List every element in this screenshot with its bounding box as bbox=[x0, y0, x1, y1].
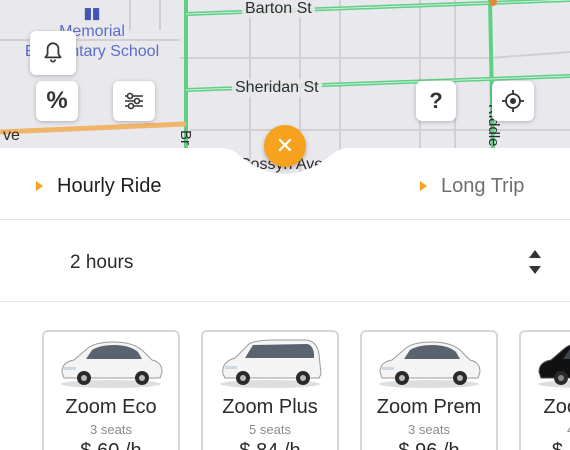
percent-icon: % bbox=[46, 87, 68, 114]
street-sheridan: Sheridan St bbox=[232, 79, 322, 97]
help-button[interactable]: ? bbox=[416, 81, 456, 121]
vehicle-card-eco[interactable]: Zoom Eco 3 seats $ 60 /h bbox=[42, 330, 180, 450]
minivan-icon bbox=[220, 339, 322, 388]
close-button[interactable]: ✕ bbox=[264, 125, 306, 167]
divider bbox=[0, 219, 570, 220]
vehicle-seats: 3 seats bbox=[90, 422, 132, 437]
locate-me-button[interactable] bbox=[492, 81, 534, 121]
vehicle-seats: 3 seats bbox=[408, 422, 450, 437]
tab-arrow-icon bbox=[36, 181, 43, 191]
chevron-up-icon[interactable] bbox=[529, 250, 541, 258]
vehicle-price: $ 120 /h bbox=[521, 440, 570, 450]
sliders-icon bbox=[125, 92, 143, 110]
vehicle-name: Zoom Prem bbox=[376, 396, 482, 418]
ride-type-tabs: Hourly Ride Long Trip bbox=[0, 165, 570, 207]
tab-arrow-icon bbox=[420, 181, 427, 191]
promotions-button[interactable]: % bbox=[36, 81, 78, 121]
notifications-button[interactable] bbox=[30, 31, 76, 75]
vehicle-price: $ 60 /h bbox=[44, 440, 178, 450]
luxury-car-icon bbox=[538, 344, 570, 388]
vehicle-name: Zoom Lux bbox=[543, 396, 570, 418]
tab-hourly-ride[interactable]: Hourly Ride bbox=[36, 165, 161, 207]
duration-stepper[interactable] bbox=[524, 248, 546, 278]
help-icon: ? bbox=[429, 88, 443, 113]
school-icon: ▮▮ bbox=[83, 5, 101, 22]
vehicle-card-lux[interactable]: Zoom Lux 4 seats $ 120 /h bbox=[519, 330, 570, 450]
vehicle-seats: 5 seats bbox=[249, 422, 291, 437]
vehicle-card-plus[interactable]: Zoom Plus 5 seats $ 84 /h bbox=[201, 330, 339, 450]
street-barton: Barton St bbox=[242, 0, 315, 18]
vehicle-list[interactable]: Zoom Eco 3 seats $ 60 /h Zoom Plus 5 sea… bbox=[0, 318, 570, 450]
duration-selector[interactable]: 2 hours bbox=[0, 222, 570, 300]
tab-long-trip[interactable]: Long Trip bbox=[420, 165, 524, 207]
vehicle-price: $ 96 /h bbox=[362, 440, 496, 450]
sedan-car-icon bbox=[379, 341, 481, 388]
vehicle-name: Zoom Plus bbox=[222, 396, 318, 418]
divider bbox=[0, 301, 570, 302]
bell-icon bbox=[44, 42, 62, 63]
chevron-down-icon[interactable] bbox=[529, 266, 541, 274]
sedan-car-icon bbox=[61, 341, 163, 388]
street-ave-partial: ve bbox=[3, 127, 20, 144]
duration-value: 2 hours bbox=[70, 252, 134, 273]
tab-label: Long Trip bbox=[441, 174, 525, 197]
filter-button[interactable] bbox=[113, 81, 155, 121]
vehicle-card-prem[interactable]: Zoom Prem 3 seats $ 96 /h bbox=[360, 330, 498, 450]
vehicle-name: Zoom Eco bbox=[65, 396, 157, 418]
street-br-partial: Br bbox=[177, 130, 194, 145]
vehicle-price: $ 84 /h bbox=[203, 440, 337, 450]
close-icon: ✕ bbox=[275, 133, 295, 158]
vehicle-seats: 4 seats bbox=[521, 422, 570, 437]
locate-icon bbox=[502, 90, 524, 112]
tab-label: Hourly Ride bbox=[57, 174, 162, 197]
